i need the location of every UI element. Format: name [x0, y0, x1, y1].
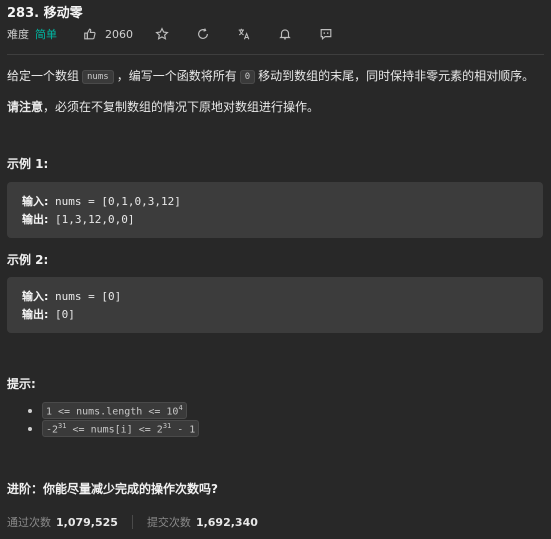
- description-note: 请注意，必须在不复制数组的情况下原地对数组进行操作。: [7, 98, 319, 116]
- header-divider: [7, 54, 544, 55]
- input-label: 输入:: [22, 195, 49, 208]
- like-count: 2060: [105, 27, 133, 41]
- input-value: nums = [0]: [48, 290, 122, 303]
- example-2-block: 输入: nums = [0] 输出: [0]: [7, 277, 543, 333]
- stats-divider: [131, 515, 133, 529]
- submissions-value: 1,692,340: [195, 515, 258, 529]
- output-label: 输出:: [22, 213, 49, 226]
- output-value: [0]: [48, 308, 75, 321]
- example-2-output: 输出: [0]: [22, 306, 528, 324]
- hints-heading: 提示:: [7, 377, 36, 391]
- example-1-block: 输入: nums = [0,1,0,3,12] 输出: [1,3,12,0,0]: [7, 182, 543, 238]
- input-label: 输入:: [22, 290, 49, 303]
- comment-icon[interactable]: [319, 27, 333, 41]
- output-value: [1,3,12,0,0]: [48, 213, 135, 226]
- example-1-input: 输入: nums = [0,1,0,3,12]: [22, 193, 528, 211]
- example-2-input: 输入: nums = [0]: [22, 288, 528, 306]
- example-2-heading: 示例 2:: [7, 253, 49, 267]
- refresh-icon[interactable]: [196, 27, 210, 41]
- example-1-heading: 示例 1:: [7, 157, 49, 171]
- accepted-value: 1,079,525: [56, 515, 118, 529]
- inline-code-nums: nums: [82, 70, 114, 84]
- advanced-prompt: 进阶：你能尽量减少完成的操作次数吗?: [7, 482, 218, 496]
- problem-title: 283. 移动零: [7, 6, 83, 21]
- input-value: nums = [0,1,0,3,12]: [48, 195, 181, 208]
- list-item: -231 <= nums[i] <= 231 - 1: [28, 420, 200, 438]
- description-line-1: 给定一个数组 nums ，编写一个函数将所有 0 移动到数组的末尾，同时保持非零元素的相…: [7, 67, 534, 86]
- star-icon[interactable]: [155, 27, 169, 41]
- note-text: ，必须在不复制数组的情况下原地对数组进行操作。: [43, 100, 320, 114]
- bell-icon[interactable]: [278, 27, 292, 41]
- list-item: 1 <= nums.length <= 104: [28, 402, 187, 420]
- bullet-dot: [28, 426, 32, 431]
- note-bold: 请注意: [7, 100, 44, 114]
- description-text: 给定一个数组: [7, 69, 80, 83]
- hint-code-1: 1 <= nums.length <= 104: [42, 402, 187, 420]
- bullet-dot: [28, 408, 32, 413]
- submission-stats: 通过次数 1,079,525 提交次数 1,692,340: [7, 514, 258, 530]
- hint-code-2: -231 <= nums[i] <= 231 - 1: [42, 420, 200, 438]
- example-1-output: 输出: [1,3,12,0,0]: [22, 211, 528, 229]
- accepted-label: 通过次数: [7, 516, 51, 529]
- difficulty-label: 难度: [7, 28, 29, 41]
- problem-meta-bar: 难度 简单 2060: [7, 26, 333, 42]
- submissions-label: 提交次数: [146, 516, 191, 529]
- translate-icon[interactable]: [237, 27, 251, 41]
- description-text: 移动到数组的末尾，同时保持非零元素的相对顺序。: [258, 69, 535, 83]
- thumbs-up-icon[interactable]: [83, 27, 97, 41]
- description-text: ，编写一个函数将所有: [116, 69, 237, 83]
- inline-code-zero: 0: [239, 70, 256, 84]
- difficulty-badge: 简单: [35, 28, 57, 41]
- output-label: 输出:: [22, 308, 49, 321]
